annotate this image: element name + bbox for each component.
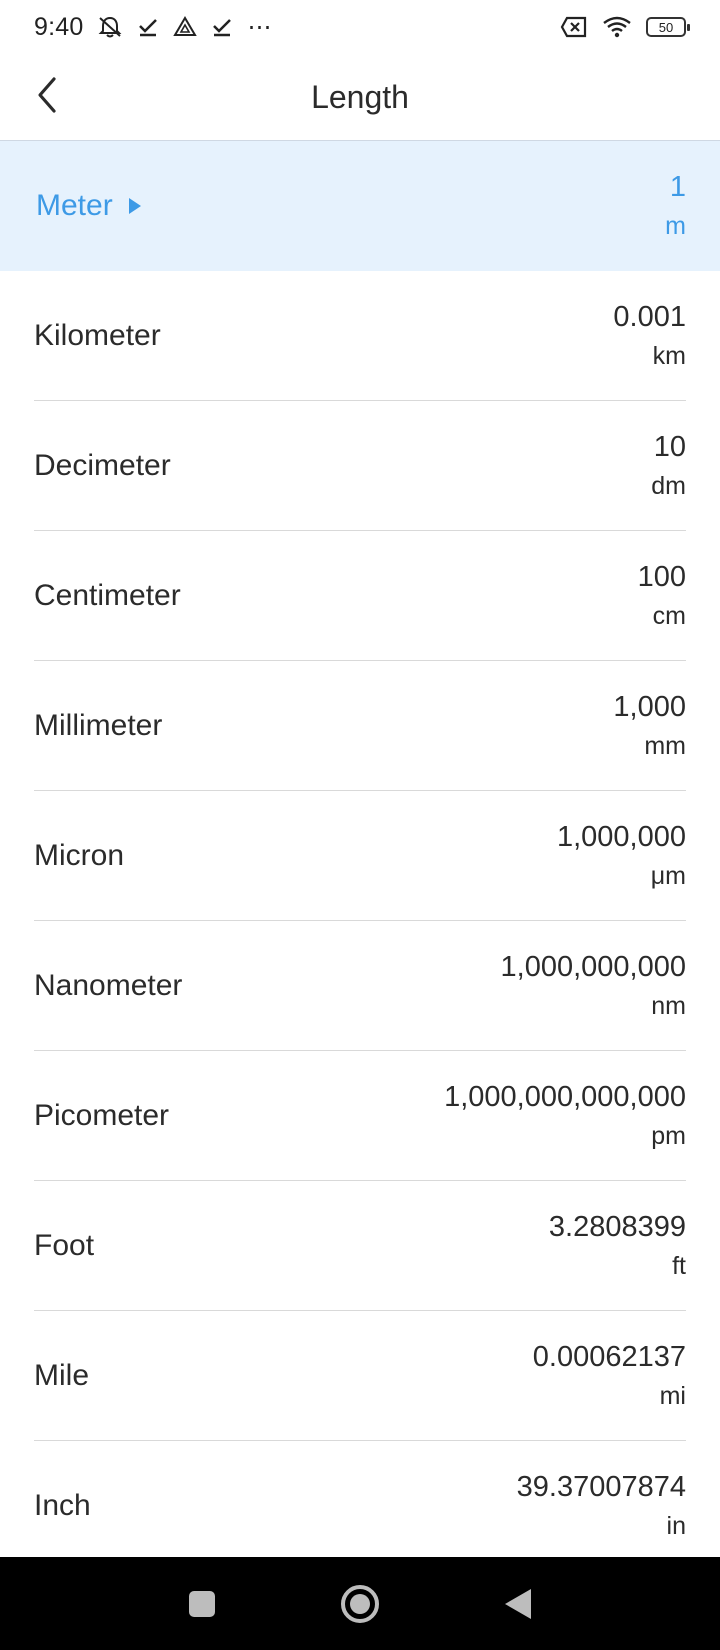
unit-value: 1,000,000,000,000 [444,1080,686,1113]
status-left: 9:40 ⋯ [34,13,271,42]
unit-value: 100 [637,560,686,593]
unit-row-meter[interactable]: Meter 1 m [0,141,720,271]
unit-value: 1,000 [613,690,686,723]
unit-name: Kilometer [34,318,161,352]
unit-name: Decimeter [34,448,171,482]
app-bar: Length [0,54,720,141]
unit-value: 1 [669,171,686,203]
unit-value: 39.37007874 [516,1470,686,1503]
unit-row-nanometer[interactable]: Nanometer 1,000,000,000 nm [34,921,686,1051]
unit-name-label: Meter [36,189,113,222]
value-block: 10 dm [651,431,686,501]
drive-icon [173,16,198,38]
wifi-icon [602,16,632,38]
unit-row-micron[interactable]: Micron 1,000,000 μm [34,791,686,921]
value-block: 39.37007874 in [517,1471,686,1541]
check-icon [137,16,159,38]
unit-symbol: cm [652,601,686,630]
value-block: 0.00062137 mi [533,1341,686,1411]
unit-list[interactable]: Meter 1 m Kilometer 0.001 km Decimeter 1… [0,141,720,1557]
page-title: Length [311,78,409,115]
triangle-right-icon [128,198,141,214]
home-circle-icon [341,1584,379,1623]
unit-row-inch[interactable]: Inch 39.37007874 in [34,1441,686,1557]
unit-name: Nanometer [34,968,183,1002]
back-button[interactable] [22,70,72,120]
unit-symbol: pm [651,1121,686,1150]
value-block: 0.001 km [613,301,686,371]
value-block: 1,000,000 μm [557,821,686,891]
status-bar: 9:40 ⋯ 50 [0,0,720,54]
unit-value: 1,000,000,000 [500,950,686,983]
back-nav-button[interactable] [494,1580,542,1628]
unit-row-picometer[interactable]: Picometer 1,000,000,000,000 pm [34,1051,686,1181]
unit-row-foot[interactable]: Foot 3.2808399 ft [34,1181,686,1311]
unit-name: Picometer [34,1098,170,1132]
chevron-left-icon [38,77,56,113]
status-time: 9:40 [34,12,84,41]
no-sim-icon [560,16,588,38]
more-dots-icon: ⋯ [247,13,272,41]
unit-symbol: km [652,341,686,370]
unit-value: 0.00062137 [532,1340,686,1373]
value-block: 1 m [665,171,686,241]
unit-symbol: mm [644,731,686,760]
unit-name: Millimeter [34,708,163,742]
value-block: 1,000,000,000,000 pm [444,1081,686,1151]
unit-symbol: mi [659,1381,686,1410]
unit-row-centimeter[interactable]: Centimeter 100 cm [34,531,686,661]
recents-square-icon [189,1590,215,1617]
unit-row-millimeter[interactable]: Millimeter 1,000 mm [34,661,686,791]
value-block: 100 cm [638,561,686,631]
unit-symbol: m [665,212,686,240]
unit-symbol: in [666,1511,686,1540]
unit-symbol: ft [672,1251,686,1280]
unit-row-kilometer[interactable]: Kilometer 0.001 km [34,271,686,401]
value-block: 1,000 mm [613,691,686,761]
value-block: 1,000,000,000 nm [501,951,686,1021]
unit-value: 1,000,000 [556,820,686,853]
unit-name: Micron [34,838,125,872]
battery-level: 50 [658,19,674,35]
unit-row-decimeter[interactable]: Decimeter 10 dm [34,401,686,531]
check-icon [211,16,233,38]
home-button[interactable] [336,1580,384,1628]
unit-value: 0.001 [613,300,686,333]
unit-symbol: dm [651,471,686,500]
unit-name: Mile [34,1358,90,1392]
status-right: 50 [560,16,690,38]
unit-name: Meter [36,189,143,223]
system-nav-bar [0,1557,720,1650]
unit-name: Inch [34,1488,91,1522]
unit-name: Centimeter [34,578,181,612]
unit-row-mile[interactable]: Mile 0.00062137 mi [34,1311,686,1441]
mute-notifications-icon [97,15,123,39]
back-triangle-icon [505,1588,531,1619]
recents-button[interactable] [178,1580,226,1628]
unit-value: 3.2808399 [548,1210,686,1243]
battery-icon: 50 [646,17,690,37]
unit-name: Foot [34,1228,95,1262]
unit-value: 10 [653,430,686,463]
value-block: 3.2808399 ft [549,1211,686,1281]
unit-symbol: nm [651,991,686,1020]
unit-symbol: μm [650,861,686,890]
